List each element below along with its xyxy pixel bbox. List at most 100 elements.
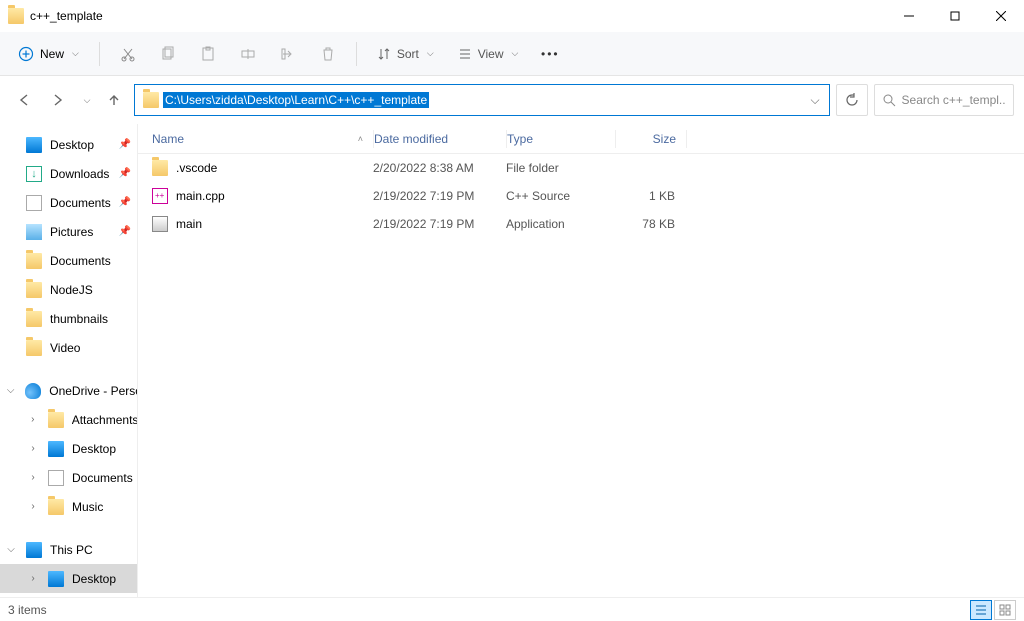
toolbar: New ⌵ Sort ⌵ View ⌵ ••• (0, 32, 1024, 76)
sidebar-item-label: Attachments (72, 413, 137, 427)
chevron-right-icon: › (26, 573, 40, 584)
copy-button[interactable] (150, 40, 186, 68)
refresh-button[interactable] (836, 84, 868, 116)
chevron-down-icon: ⌵ (72, 48, 79, 59)
view-button[interactable]: View ⌵ (448, 41, 529, 67)
download-icon: ↓ (26, 166, 42, 182)
folder-icon (26, 311, 42, 327)
sidebar-item-downloads[interactable]: ↓Downloads📌 (0, 159, 137, 188)
window-folder-icon (8, 8, 24, 24)
sidebar-item-documents[interactable]: › Documents (0, 463, 137, 492)
sidebar-item-label: Desktop (50, 138, 94, 152)
sidebar-item-video[interactable]: Video (0, 333, 137, 362)
new-button[interactable]: New ⌵ (8, 40, 89, 68)
copy-icon (160, 46, 176, 62)
sidebar-item-attachments[interactable]: › Attachments (0, 405, 137, 434)
file-name: main (176, 217, 202, 231)
file-row[interactable]: main.cpp2/19/2022 7:19 PMC++ Source1 KB (138, 182, 1024, 210)
file-size: 78 KB (615, 217, 685, 231)
address-dropdown[interactable]: ⌵ (805, 93, 825, 108)
sidebar-item-desktop[interactable]: ›Desktop (0, 434, 137, 463)
sidebar-this-pc[interactable]: ⌵This PC (0, 535, 137, 564)
share-button[interactable] (270, 40, 306, 68)
recent-button[interactable]: ⌵ (78, 86, 94, 114)
close-button[interactable] (978, 0, 1024, 32)
sidebar-item-desktop[interactable]: ›Desktop (0, 564, 137, 593)
address-path: C:\Users\zidda\Desktop\Learn\C++\c++_tem… (163, 92, 429, 108)
item-count: 3 items (8, 603, 47, 617)
scissors-icon (120, 46, 136, 62)
column-type[interactable]: Type (507, 132, 615, 146)
up-button[interactable] (100, 86, 128, 114)
sidebar-item-nodejs[interactable]: NodeJS (0, 275, 137, 304)
folder-icon (48, 412, 64, 428)
monitor-icon (48, 441, 64, 457)
paste-button[interactable] (190, 40, 226, 68)
minimize-button[interactable] (886, 0, 932, 32)
search-icon (883, 94, 896, 107)
more-button[interactable]: ••• (532, 41, 568, 67)
file-row[interactable]: .vscode2/20/2022 8:38 AMFile folder (138, 154, 1024, 182)
column-size[interactable]: Size (616, 132, 686, 146)
column-date[interactable]: Date modified (374, 132, 506, 146)
maximize-button[interactable] (932, 0, 978, 32)
sidebar-item-label: This PC (50, 543, 93, 557)
file-list: .vscode2/20/2022 8:38 AMFile folder main.… (138, 154, 1024, 597)
search-input[interactable]: Search c++_templ... (874, 84, 1014, 116)
app-icon (152, 216, 168, 232)
file-date: 2/19/2022 7:19 PM (373, 217, 506, 231)
file-type: Application (506, 217, 615, 231)
sidebar-item-documents[interactable]: Documents (0, 246, 137, 275)
sidebar-item-label: Pictures (50, 225, 93, 239)
sidebar-item-music[interactable]: ›Music (0, 492, 137, 521)
separator (99, 42, 100, 66)
titlebar: c++_template (0, 0, 1024, 32)
pin-icon: 📌 (119, 139, 131, 150)
address-bar[interactable]: C:\Users\zidda\Desktop\Learn\C++\c++_tem… (134, 84, 830, 116)
file-name-cell: .vscode (148, 160, 373, 176)
file-date: 2/19/2022 7:19 PM (373, 189, 506, 203)
view-icon (458, 47, 472, 61)
chevron-down-icon: ⌵ (427, 48, 434, 59)
sidebar-item-label: Documents (72, 471, 133, 485)
forward-button[interactable] (44, 86, 72, 114)
trash-icon (320, 46, 336, 62)
file-row[interactable]: main 2/19/2022 7:19 PMApplication78 KB (138, 210, 1024, 238)
sidebar-item-label: Music (72, 500, 103, 514)
rename-icon (240, 46, 256, 62)
details-view-button[interactable] (970, 600, 992, 620)
sidebar-item-desktop[interactable]: Desktop 📌 (0, 130, 137, 159)
column-name[interactable]: Name˄ (148, 132, 373, 146)
cut-button[interactable] (110, 40, 146, 68)
thumbnails-view-button[interactable] (994, 600, 1016, 620)
sidebar-item-thumbnails[interactable]: thumbnails (0, 304, 137, 333)
delete-button[interactable] (310, 40, 346, 68)
file-name: main.cpp (176, 189, 225, 203)
monitor-icon (26, 542, 42, 558)
chevron-down-icon: ⌵ (511, 48, 518, 59)
sidebar-item-label: Downloads (50, 167, 109, 181)
sidebar-item-documents[interactable]: Documents📌 (0, 188, 137, 217)
more-icon: ••• (541, 47, 560, 61)
sidebar-item-label: Video (50, 341, 80, 355)
file-name-cell: main.cpp (148, 188, 373, 204)
sidebar-item-label: OneDrive - Perso (49, 384, 137, 398)
sidebar-item-label: thumbnails (50, 312, 108, 326)
sidebar-item-pictures[interactable]: Pictures📌 (0, 217, 137, 246)
chevron-down-icon: ⌵ (84, 95, 91, 106)
file-size: 1 KB (615, 189, 685, 203)
separator (356, 42, 357, 66)
sidebar-item-label: NodeJS (50, 283, 93, 297)
sidebar-onedrive[interactable]: ⌵OneDrive - Perso (0, 376, 137, 405)
sort-asc-icon: ˄ (358, 134, 373, 144)
monitor-icon (48, 571, 64, 587)
sort-button[interactable]: Sort ⌵ (367, 41, 444, 67)
sort-icon (377, 47, 391, 61)
sidebar-item-documents[interactable]: ›Documents (0, 593, 137, 597)
sidebar-item-label: Documents (50, 196, 111, 210)
chevron-right-icon: › (26, 472, 40, 483)
back-button[interactable] (10, 86, 38, 114)
rename-button[interactable] (230, 40, 266, 68)
chevron-right-icon: › (26, 414, 40, 425)
onedrive-icon (25, 383, 41, 399)
